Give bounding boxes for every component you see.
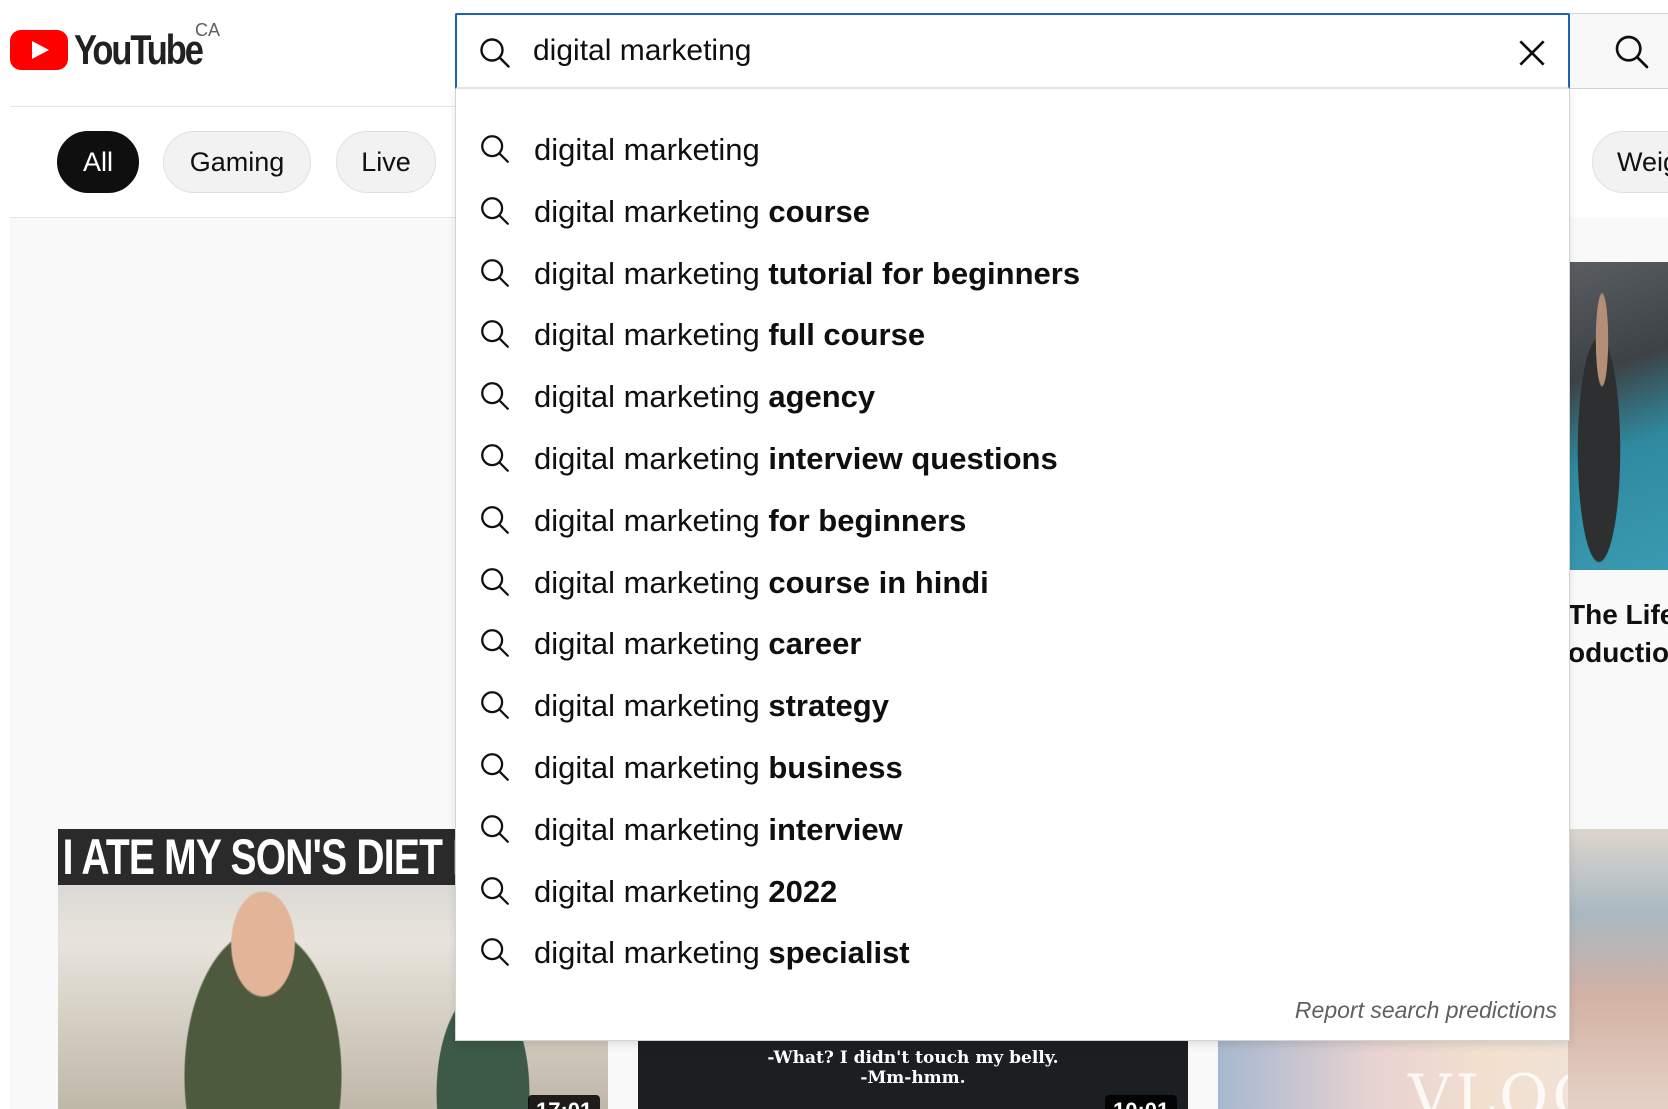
search-icon bbox=[480, 38, 510, 68]
suggestion-query-part: digital marketing bbox=[534, 688, 760, 724]
country-code: CA bbox=[195, 20, 221, 40]
suggestion-text: digital marketing business bbox=[534, 750, 903, 786]
search-icon bbox=[1615, 35, 1649, 69]
suggestion-text: digital marketing for beginners bbox=[534, 503, 966, 539]
search-icon bbox=[478, 256, 512, 290]
suggestion-query-part: digital marketing bbox=[534, 811, 760, 847]
suggestion-text: digital marketing interview bbox=[534, 812, 903, 848]
youtube-logo-icon bbox=[10, 30, 68, 70]
chip-all[interactable]: All bbox=[57, 131, 139, 193]
suggestion-text: digital marketing 2022 bbox=[534, 874, 837, 910]
search-icon bbox=[478, 441, 512, 475]
suggestion-completion-part: 2022 bbox=[759, 873, 838, 909]
suggestion-query-part: digital marketing bbox=[534, 193, 760, 229]
video-title-line: The Life bbox=[1568, 599, 1668, 630]
suggestion-text: digital marketing specialist bbox=[534, 935, 910, 971]
suggestion-completion-part: strategy bbox=[759, 688, 889, 724]
search-suggestion[interactable]: digital marketing course bbox=[456, 180, 1569, 242]
search-icon bbox=[478, 565, 512, 599]
suggestion-text: digital marketing bbox=[534, 132, 760, 168]
suggestion-text: digital marketing agency bbox=[534, 379, 875, 415]
suggestion-query-part: digital marketing bbox=[534, 441, 760, 476]
search-icon bbox=[478, 194, 512, 228]
suggestion-query-part: digital marketing bbox=[534, 255, 760, 291]
search-suggestion[interactable]: digital marketing strategy bbox=[456, 674, 1569, 736]
suggestion-text: digital marketing interview questions bbox=[534, 441, 1058, 477]
video-thumbnail[interactable] bbox=[1568, 829, 1668, 1109]
suggestion-completion-part: interview bbox=[759, 811, 903, 847]
search-input[interactable] bbox=[533, 29, 1453, 73]
search-icon bbox=[478, 812, 512, 846]
search-suggestion[interactable]: digital marketing for beginners bbox=[456, 489, 1569, 551]
suggestion-completion-part: full course bbox=[759, 317, 926, 353]
video-duration: 17:01 bbox=[528, 1095, 601, 1109]
suggestion-query-part: digital marketing bbox=[534, 626, 760, 662]
suggestion-completion-part: for beginners bbox=[759, 502, 967, 538]
search-suggestion[interactable]: digital marketing business bbox=[456, 736, 1569, 798]
chip-gaming[interactable]: Gaming bbox=[163, 131, 311, 193]
video-thumbnail[interactable] bbox=[1568, 262, 1668, 570]
search-icon bbox=[478, 132, 512, 166]
suggestion-completion-part: course in hindi bbox=[759, 564, 989, 600]
suggestion-query-part: digital marketing bbox=[534, 502, 760, 538]
suggestion-query-part: digital marketing bbox=[534, 750, 760, 785]
search-icon bbox=[478, 874, 512, 908]
suggestion-query-part: digital marketing bbox=[534, 935, 760, 971]
suggestion-completion-part: agency bbox=[759, 379, 876, 415]
search-suggestion[interactable]: digital marketing bbox=[456, 118, 1569, 180]
search-icon bbox=[478, 379, 512, 413]
video-title[interactable]: The Life oduction bbox=[1568, 596, 1668, 672]
search-icon bbox=[478, 750, 512, 784]
thumbnail-caption: -What? I didn't touch my belly. -Mm-hmm. bbox=[638, 1048, 1188, 1088]
video-title-line: oduction bbox=[1568, 637, 1668, 668]
suggestion-query-part: digital marketing bbox=[534, 873, 760, 909]
suggestion-query-part: digital marketing bbox=[534, 564, 760, 600]
search-suggestion[interactable]: digital marketing interview bbox=[456, 798, 1569, 860]
search-icon bbox=[478, 626, 512, 660]
suggestion-text: digital marketing course bbox=[534, 194, 870, 230]
suggestion-completion-part: business bbox=[759, 750, 903, 785]
suggestion-completion-part: interview questions bbox=[759, 441, 1058, 476]
search-suggestions: Report search predictions digital market… bbox=[455, 89, 1570, 1041]
close-icon[interactable] bbox=[1512, 33, 1552, 73]
suggestion-text: digital marketing career bbox=[534, 626, 861, 662]
video-duration: 10:01 bbox=[1105, 1095, 1178, 1109]
thumbnail-person bbox=[163, 889, 363, 1109]
logo-text: YouTube bbox=[74, 26, 204, 73]
search-suggestion[interactable]: digital marketing agency bbox=[456, 365, 1569, 427]
caption-line: -Mm-hmm. bbox=[860, 1068, 966, 1088]
search-icon bbox=[478, 317, 512, 351]
search-icon bbox=[478, 503, 512, 537]
suggestion-completion-part: tutorial for beginners bbox=[759, 255, 1081, 291]
chip-live[interactable]: Live bbox=[336, 131, 436, 193]
search-box[interactable] bbox=[455, 13, 1570, 89]
suggestion-text: digital marketing full course bbox=[534, 317, 925, 353]
search-button[interactable] bbox=[1570, 13, 1668, 89]
search-suggestion[interactable]: digital marketing 2022 bbox=[456, 860, 1569, 922]
search-icon bbox=[478, 935, 512, 969]
suggestion-query-part: digital marketing bbox=[534, 379, 760, 415]
suggestion-text: digital marketing strategy bbox=[534, 688, 889, 724]
search-suggestion[interactable]: digital marketing course in hindi bbox=[456, 551, 1569, 613]
suggestion-completion-part: course bbox=[759, 193, 870, 229]
search-icon bbox=[478, 688, 512, 722]
suggestion-query-part: digital marketing bbox=[534, 132, 760, 167]
suggestion-completion-part: career bbox=[759, 626, 862, 662]
suggestion-completion-part: specialist bbox=[759, 935, 910, 971]
report-search-predictions-link[interactable]: Report search predictions bbox=[1295, 997, 1557, 1024]
suggestion-query-part: digital marketing bbox=[534, 317, 760, 353]
chip-weight[interactable]: Weig bbox=[1592, 131, 1668, 193]
search-suggestion[interactable]: digital marketing specialist bbox=[456, 921, 1569, 983]
thumbnail-person bbox=[1572, 276, 1632, 566]
suggestion-text: digital marketing course in hindi bbox=[534, 565, 989, 601]
search-suggestion[interactable]: digital marketing career bbox=[456, 612, 1569, 674]
suggestion-text: digital marketing tutorial for beginners bbox=[534, 256, 1080, 292]
caption-line: -What? I didn't touch my belly. bbox=[767, 1048, 1059, 1068]
search-suggestion[interactable]: digital marketing full course bbox=[456, 303, 1569, 365]
search-suggestion[interactable]: digital marketing tutorial for beginners bbox=[456, 242, 1569, 304]
search-suggestion[interactable]: digital marketing interview questions bbox=[456, 427, 1569, 489]
